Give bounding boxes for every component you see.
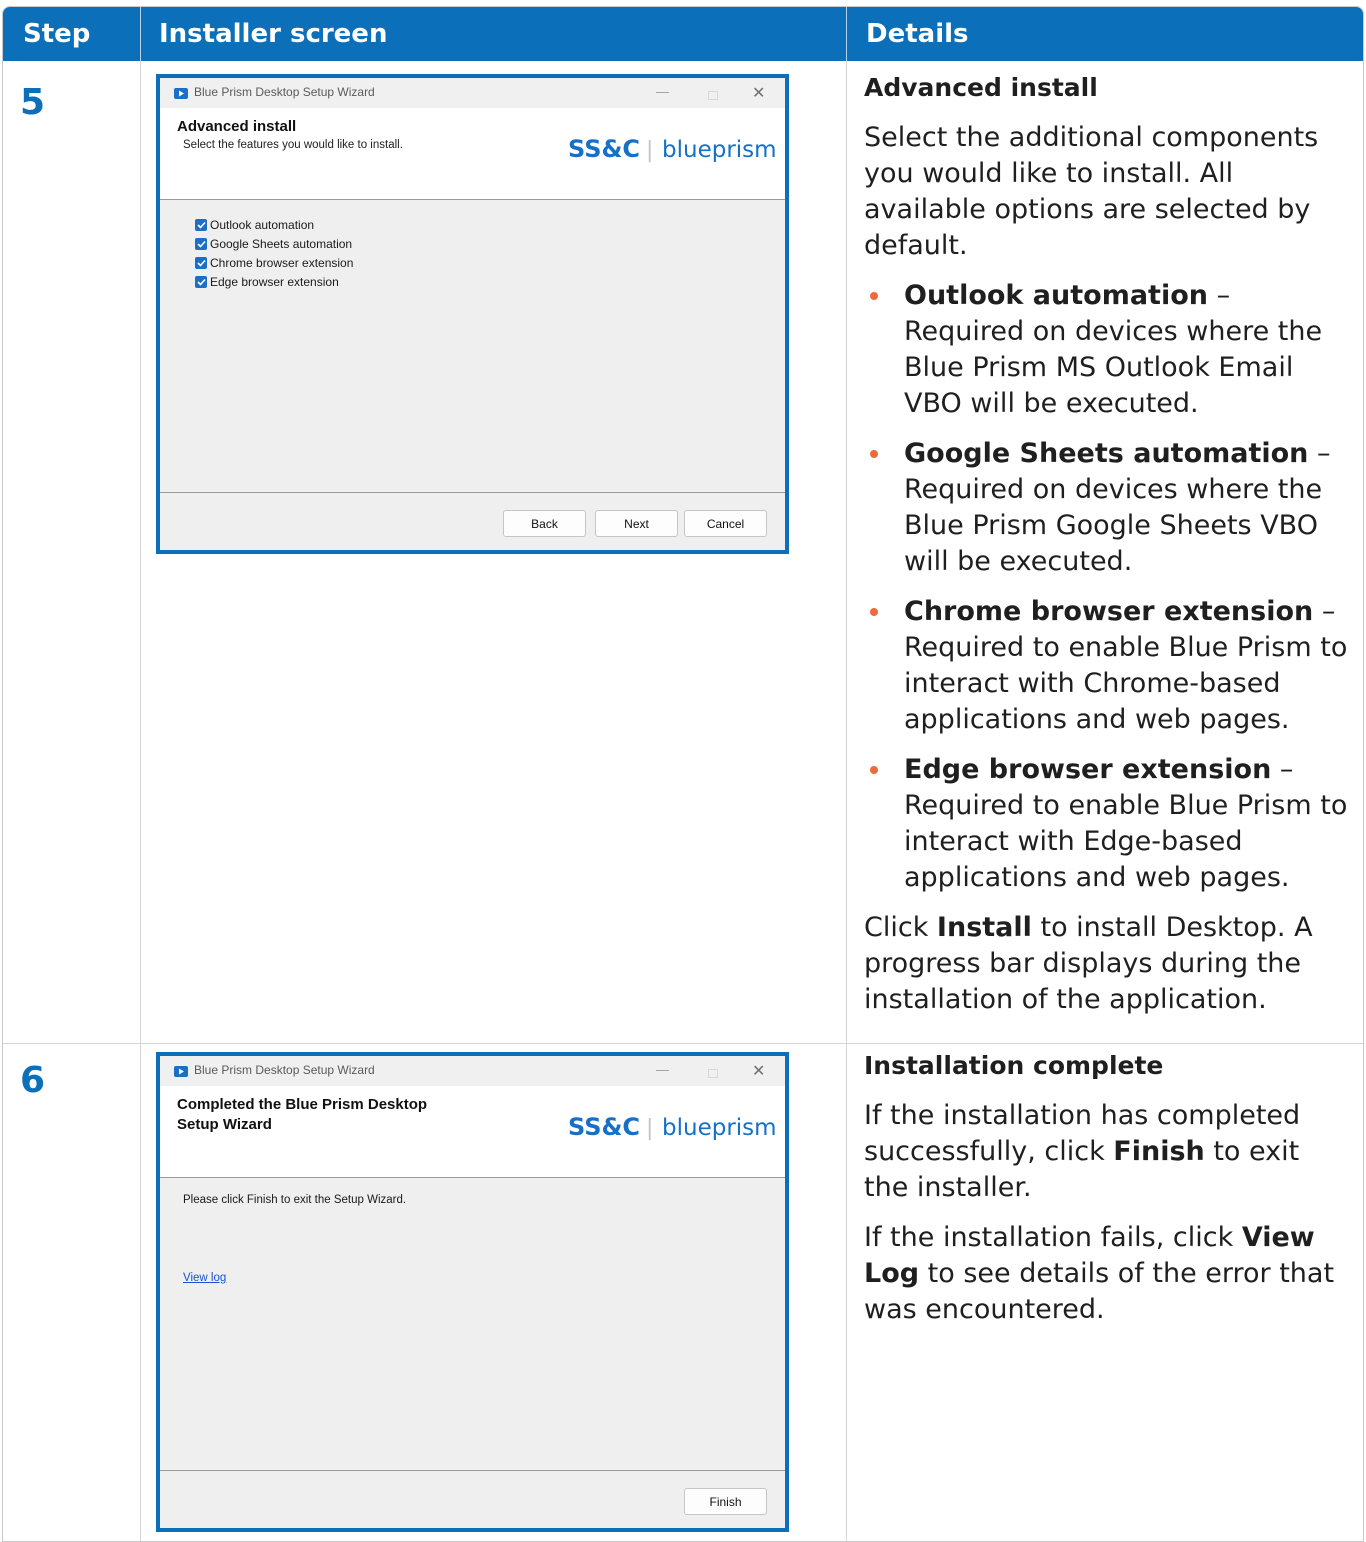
list-item: Edge browser extension – Required to ena…	[864, 752, 1349, 896]
minimize-icon[interactable]: —	[656, 1062, 669, 1077]
wizard-heading: Advanced install	[177, 118, 297, 135]
details-title: Installation complete	[864, 1051, 1164, 1080]
wizard-footer: Finish	[160, 1470, 785, 1528]
feature-label: Outlook automation	[210, 218, 315, 232]
outro-text: Click	[864, 912, 937, 943]
details-failure: If the installation fails, click View Lo…	[864, 1220, 1349, 1328]
wizard-body: Please click Finish to exit the Setup Wi…	[160, 1178, 785, 1470]
component-list: Outlook automation – Required on devices…	[864, 278, 1349, 896]
table-header: Step Installer screen Details	[3, 7, 1363, 61]
window-title-bar: Blue Prism Desktop Setup Wizard — ✕	[160, 78, 785, 108]
ssc-blueprism-logo: SS&C | blueprism	[568, 1113, 777, 1141]
finish-instruction: Please click Finish to exit the Setup Wi…	[183, 1194, 407, 1206]
column-divider	[846, 61, 847, 1541]
feature-label: Google Sheets automation	[210, 237, 353, 251]
bullet-icon	[870, 766, 878, 774]
feature-checkbox-google-sheets[interactable]: Google Sheets automation	[195, 236, 352, 252]
feature-checkbox-edge[interactable]: Edge browser extension	[195, 274, 339, 290]
finish-keyword: Finish	[1113, 1136, 1205, 1167]
window-title: Blue Prism Desktop Setup Wizard	[194, 85, 375, 99]
item-name: Google Sheets automation	[904, 438, 1309, 469]
item-name: Chrome browser extension	[904, 596, 1314, 627]
install-keyword: Install	[936, 912, 1032, 943]
logo-blueprism-text: blueprism	[662, 137, 777, 163]
list-item: Outlook automation – Required on devices…	[864, 278, 1349, 422]
setup-wizard-window: Blue Prism Desktop Setup Wizard — ✕ Comp…	[156, 1052, 789, 1532]
header-details: Details	[866, 19, 969, 49]
para-text: If the installation fails, click	[864, 1222, 1242, 1253]
back-button[interactable]: Back	[503, 510, 586, 537]
wizard-heading: Completed the Blue Prism Desktop Setup W…	[177, 1096, 428, 1133]
window-title: Blue Prism Desktop Setup Wizard	[194, 1063, 375, 1077]
close-icon[interactable]: ✕	[752, 83, 765, 103]
bullet-icon	[870, 450, 878, 458]
finish-button[interactable]: Finish	[684, 1488, 767, 1515]
logo-ssc-text: SS&C	[568, 1113, 640, 1141]
checkbox-checked-icon[interactable]	[195, 257, 207, 269]
blue-prism-app-icon	[174, 1066, 188, 1077]
bullet-icon	[870, 292, 878, 300]
feature-checkbox-chrome[interactable]: Chrome browser extension	[195, 255, 353, 271]
list-item: Chrome browser extension – Required to e…	[864, 594, 1349, 738]
para-text: to see details of the error that was enc…	[864, 1258, 1335, 1325]
wizard-banner: Advanced install Select the features you…	[160, 108, 785, 200]
logo-separator: |	[646, 1116, 653, 1141]
next-button[interactable]: Next	[595, 510, 678, 537]
setup-wizard-window: Blue Prism Desktop Setup Wizard — ✕ Adva…	[156, 74, 789, 554]
details-step-5: Advanced install Select the additional c…	[864, 72, 1349, 1018]
checkbox-checked-icon[interactable]	[195, 276, 207, 288]
details-step-6: Installation complete If the installatio…	[864, 1050, 1349, 1328]
wizard-footer: Back Next Cancel	[160, 492, 785, 550]
bullet-icon	[870, 608, 878, 616]
list-item: Google Sheets automation – Required on d…	[864, 436, 1349, 580]
column-divider	[140, 61, 141, 1541]
item-name: Outlook automation	[904, 280, 1208, 311]
details-success: If the installation has completed succes…	[864, 1098, 1349, 1206]
maximize-icon[interactable]	[708, 1069, 718, 1078]
feature-label: Edge browser extension	[210, 275, 339, 289]
checkbox-checked-icon[interactable]	[195, 238, 207, 250]
ssc-blueprism-logo: SS&C | blueprism	[568, 135, 777, 163]
details-intro: Select the additional components you wou…	[864, 122, 1319, 261]
view-log-link[interactable]: View log	[183, 1272, 226, 1284]
details-title: Advanced install	[864, 73, 1098, 102]
logo-ssc-text: SS&C	[568, 135, 640, 163]
wizard-subheading: Select the features you would like to in…	[183, 139, 403, 151]
item-name: Edge browser extension	[904, 754, 1272, 785]
logo-blueprism-text: blueprism	[662, 1115, 777, 1141]
step-number: 6	[20, 1060, 46, 1101]
close-icon[interactable]: ✕	[752, 1061, 765, 1081]
checkbox-checked-icon[interactable]	[195, 219, 207, 231]
wizard-body: Outlook automation Google Sheets automat…	[160, 200, 785, 492]
header-divider	[846, 7, 847, 61]
feature-label: Chrome browser extension	[210, 256, 354, 270]
step-number: 5	[20, 82, 46, 123]
header-divider	[140, 7, 141, 61]
window-title-bar: Blue Prism Desktop Setup Wizard — ✕	[160, 1056, 785, 1086]
header-step: Step	[23, 19, 91, 49]
cancel-button[interactable]: Cancel	[684, 510, 767, 537]
blue-prism-app-icon	[174, 88, 188, 99]
row-divider	[3, 1043, 1363, 1044]
details-outro: Click Install to install Desktop. A prog…	[864, 910, 1349, 1018]
logo-separator: |	[646, 138, 653, 163]
feature-checkbox-outlook[interactable]: Outlook automation	[195, 217, 314, 233]
wizard-banner: Completed the Blue Prism Desktop Setup W…	[160, 1086, 785, 1178]
header-installer-screen: Installer screen	[159, 19, 388, 49]
maximize-icon[interactable]	[708, 91, 718, 100]
minimize-icon[interactable]: —	[656, 84, 669, 99]
